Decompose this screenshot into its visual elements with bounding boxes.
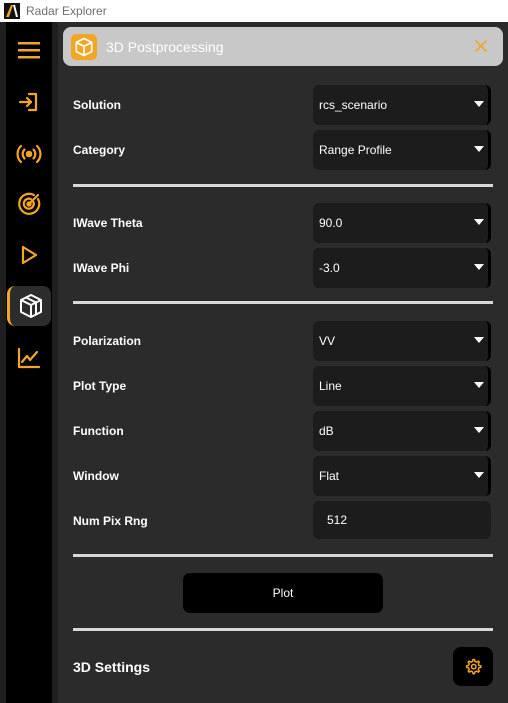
category-row: Category Range Profile <box>73 130 493 170</box>
window-value: Flat <box>319 469 340 483</box>
sidebar-item-antenna[interactable] <box>6 134 52 174</box>
app-logo-icon <box>4 3 20 19</box>
solution-label: Solution <box>73 98 121 112</box>
window-row: Window Flat <box>73 456 493 496</box>
solution-value: rcs_scenario <box>319 98 388 112</box>
chevron-down-icon <box>474 146 484 152</box>
gear-icon <box>465 658 482 674</box>
function-select[interactable]: dB <box>313 411 491 451</box>
main-panel: 3D Postprocessing Solution rcs_scenario … <box>58 22 508 703</box>
num-pix-rng-label: Num Pix Rng <box>73 514 148 528</box>
chevron-down-icon <box>474 264 484 270</box>
num-pix-rng-input[interactable] <box>313 501 491 539</box>
3d-settings-button[interactable] <box>453 647 493 686</box>
polarization-label: Polarization <box>73 334 142 348</box>
function-value: dB <box>319 424 334 438</box>
play-icon <box>21 245 38 265</box>
panel-title: 3D Postprocessing <box>106 38 224 55</box>
close-button[interactable] <box>471 36 491 56</box>
iwave-theta-select[interactable]: 90.0 <box>313 203 491 243</box>
iwave-theta-row: IWave Theta 90.0 <box>73 203 493 243</box>
panel-header-icon-box <box>71 33 97 60</box>
chevron-down-icon <box>474 219 484 225</box>
import-arrow-icon <box>18 92 38 112</box>
chevron-down-icon <box>474 472 484 478</box>
antenna-broadcast-icon <box>16 144 42 164</box>
plot-type-select[interactable]: Line <box>313 366 491 406</box>
num-pix-rng-row: Num Pix Rng <box>73 501 493 541</box>
panel-header: 3D Postprocessing <box>63 27 503 66</box>
iwave-phi-label: IWave Phi <box>73 261 130 275</box>
hamburger-menu-icon <box>18 42 40 59</box>
window-select[interactable]: Flat <box>313 456 491 496</box>
sidebar-item-plots[interactable] <box>6 338 52 378</box>
function-row: Function dB <box>73 411 493 451</box>
sidebar-item-radar[interactable] <box>6 184 52 224</box>
chevron-down-icon <box>474 337 484 343</box>
plot-type-row: Plot Type Line <box>73 366 493 406</box>
solution-row: Solution rcs_scenario <box>73 85 493 125</box>
sidebar-item-menu[interactable] <box>6 30 52 70</box>
iwave-phi-row: IWave Phi -3.0 <box>73 248 493 288</box>
polarization-row: Polarization VV <box>73 321 493 361</box>
polarization-select[interactable]: VV <box>313 321 491 361</box>
category-label: Category <box>73 143 126 157</box>
plot-button[interactable]: Plot <box>183 573 383 613</box>
plot-type-value: Line <box>319 379 342 393</box>
iwave-phi-value: -3.0 <box>319 261 340 275</box>
plot-type-label: Plot Type <box>73 379 127 393</box>
solution-select[interactable]: rcs_scenario <box>313 85 491 125</box>
chevron-down-icon <box>474 382 484 388</box>
section-divider <box>73 628 493 631</box>
iwave-theta-label: IWave Theta <box>73 216 143 230</box>
sidebar-item-postprocessing-3d[interactable] <box>7 286 51 326</box>
line-chart-icon <box>17 347 41 369</box>
chevron-down-icon <box>474 427 484 433</box>
radar-target-icon <box>18 192 41 215</box>
3d-settings-label: 3D Settings <box>73 659 151 675</box>
iwave-theta-value: 90.0 <box>319 216 343 230</box>
window-label: Window <box>73 469 119 483</box>
cube-icon <box>75 37 93 56</box>
section-divider <box>73 184 493 187</box>
close-icon <box>475 40 487 52</box>
category-value: Range Profile <box>319 143 392 157</box>
window-titlebar: Radar Explorer <box>0 0 508 22</box>
sidebar-item-run[interactable] <box>6 235 52 275</box>
section-divider <box>73 301 493 304</box>
cube-icon <box>19 294 42 318</box>
section-divider <box>73 554 493 557</box>
sidebar-item-import[interactable] <box>6 82 52 122</box>
window-title: Radar Explorer <box>26 4 107 18</box>
sidebar <box>6 22 52 703</box>
iwave-phi-select[interactable]: -3.0 <box>313 248 491 288</box>
polarization-value: VV <box>319 334 336 348</box>
category-select[interactable]: Range Profile <box>313 130 491 170</box>
function-label: Function <box>73 424 124 438</box>
chevron-down-icon <box>474 101 484 107</box>
